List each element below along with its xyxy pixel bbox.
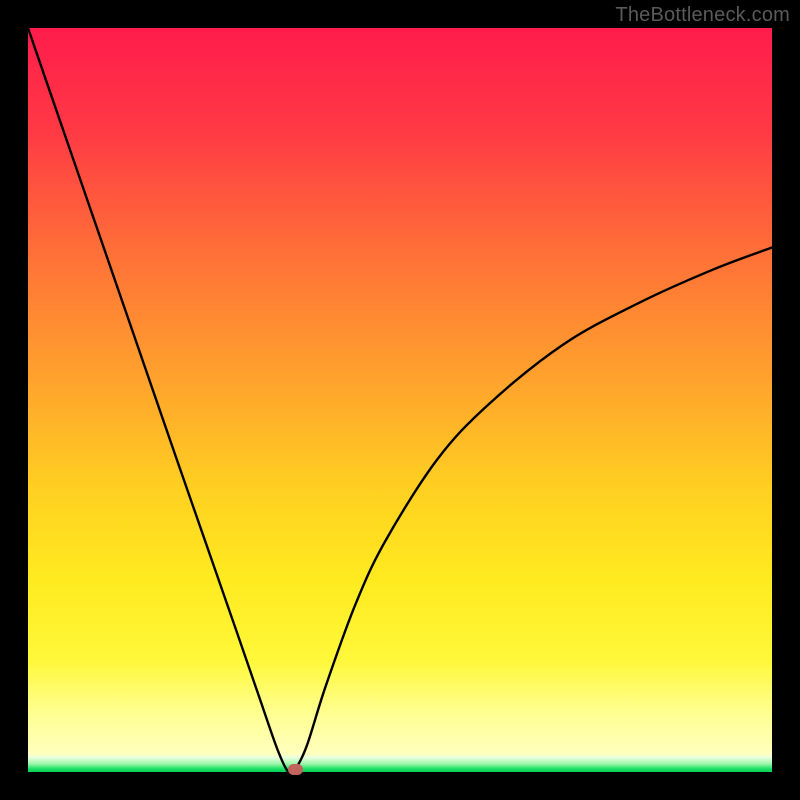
optimal-marker <box>288 764 303 775</box>
watermark-text: TheBottleneck.com <box>615 4 790 27</box>
chart-frame: TheBottleneck.com <box>0 0 800 800</box>
bottleneck-curve <box>28 28 772 772</box>
